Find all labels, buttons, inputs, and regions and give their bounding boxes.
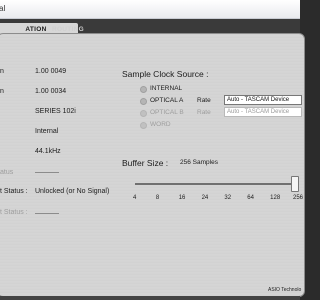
sample-clock-heading: Sample Clock Source : bbox=[122, 69, 209, 79]
info-label-status-1: atus bbox=[0, 169, 14, 176]
buffer-slider-track[interactable] bbox=[135, 183, 295, 185]
buffer-tick-16: 16 bbox=[178, 195, 186, 201]
buffer-size-heading: Buffer Size : bbox=[122, 158, 169, 168]
info-label-status-3: t Status : bbox=[0, 209, 28, 216]
info-value-device: SERIES 102i bbox=[35, 108, 76, 115]
info-value-rate: 44.1kHz bbox=[35, 148, 61, 155]
info-label-2: n bbox=[0, 88, 4, 95]
info-status-dash-1 bbox=[35, 172, 59, 173]
buffer-tick-128: 128 bbox=[270, 195, 281, 201]
buffer-tick-32: 32 bbox=[224, 195, 232, 201]
optical-a-rate-select[interactable]: Auto - TASCAM Device bbox=[224, 95, 302, 105]
radio-optical-b[interactable] bbox=[140, 110, 147, 117]
optical-b-rate-label: Rate bbox=[197, 109, 211, 116]
info-label-1: n bbox=[0, 68, 4, 75]
radio-word-label: WORD bbox=[150, 121, 171, 128]
buffer-tick-8: 8 bbox=[155, 195, 160, 201]
info-value-1: 1.00 0049 bbox=[35, 68, 67, 75]
info-value-clock: Internal bbox=[35, 128, 59, 135]
buffer-size-value: 256 Samples bbox=[180, 159, 218, 166]
radio-optical-a[interactable] bbox=[140, 98, 147, 105]
buffer-tick-256: 256 bbox=[293, 195, 304, 201]
radio-word[interactable] bbox=[140, 122, 147, 129]
buffer-tick-24: 24 bbox=[201, 195, 209, 201]
info-status-dash-3 bbox=[35, 213, 59, 214]
info-value-2: 1.00 0034 bbox=[35, 88, 67, 95]
buffer-tick-4: 4 bbox=[133, 195, 137, 201]
window-title: al bbox=[0, 4, 6, 13]
info-label-status-2: t Status : bbox=[0, 188, 28, 195]
status-bar bbox=[0, 296, 300, 300]
buffer-tick-64: 64 bbox=[247, 195, 254, 201]
asio-footer-text: ASIO Technolo bbox=[268, 287, 302, 293]
radio-internal[interactable] bbox=[140, 86, 147, 93]
info-value-status-2: Unlocked (or No Signal) bbox=[35, 188, 110, 195]
radio-optical-b-label: OPTICAL B bbox=[150, 109, 184, 116]
radio-internal-label: INTERNAL bbox=[150, 85, 183, 92]
buffer-slider-thumb[interactable] bbox=[291, 176, 299, 192]
optical-b-rate-select[interactable]: Auto - TASCAM Device bbox=[224, 107, 302, 117]
optical-a-rate-label: Rate bbox=[197, 97, 211, 104]
radio-optical-a-label: OPTICAL A bbox=[150, 97, 184, 104]
window-title-bar: al bbox=[0, 0, 300, 19]
